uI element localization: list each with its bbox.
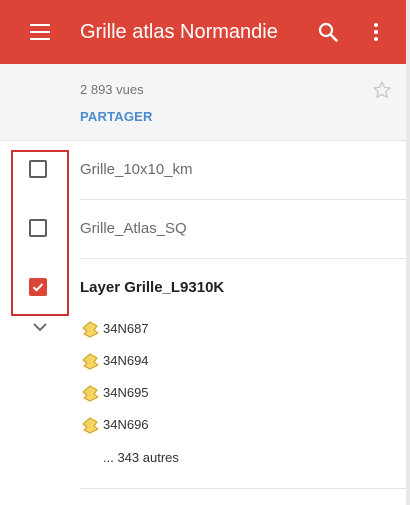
share-button[interactable]: PARTAGER: [80, 109, 153, 124]
app-bar: Grille atlas Normandie: [0, 0, 406, 64]
polygon-icon: [82, 417, 99, 434]
layer-name[interactable]: Grille_10x10_km: [80, 161, 193, 178]
map-title: Grille atlas Normandie: [80, 21, 278, 43]
chevron-down-icon[interactable]: [31, 320, 49, 334]
polygon-icon: [82, 385, 99, 402]
search-icon[interactable]: [318, 22, 338, 42]
divider: [80, 488, 406, 489]
polygon-icon: [82, 353, 99, 370]
layer-name[interactable]: Grille_Atlas_SQ: [80, 220, 187, 237]
more-features-link[interactable]: ... 343 autres: [103, 450, 179, 465]
layer-name[interactable]: Layer Grille_L9310K: [80, 279, 224, 296]
more-vert-icon[interactable]: [368, 22, 384, 42]
map-info-panel: 2 893 vues PARTAGER: [0, 64, 406, 141]
checkbox-highlight-box: [11, 150, 69, 316]
feature-name: 34N687: [103, 321, 149, 336]
feature-name: 34N694: [103, 353, 149, 368]
map-edge: [406, 0, 410, 505]
menu-icon[interactable]: [30, 24, 50, 40]
feature-name: 34N695: [103, 385, 149, 400]
polygon-icon: [82, 321, 99, 338]
feature-name: 34N696: [103, 417, 149, 432]
view-count: 2 893 vues: [80, 82, 144, 97]
star-outline-icon[interactable]: [372, 80, 392, 100]
